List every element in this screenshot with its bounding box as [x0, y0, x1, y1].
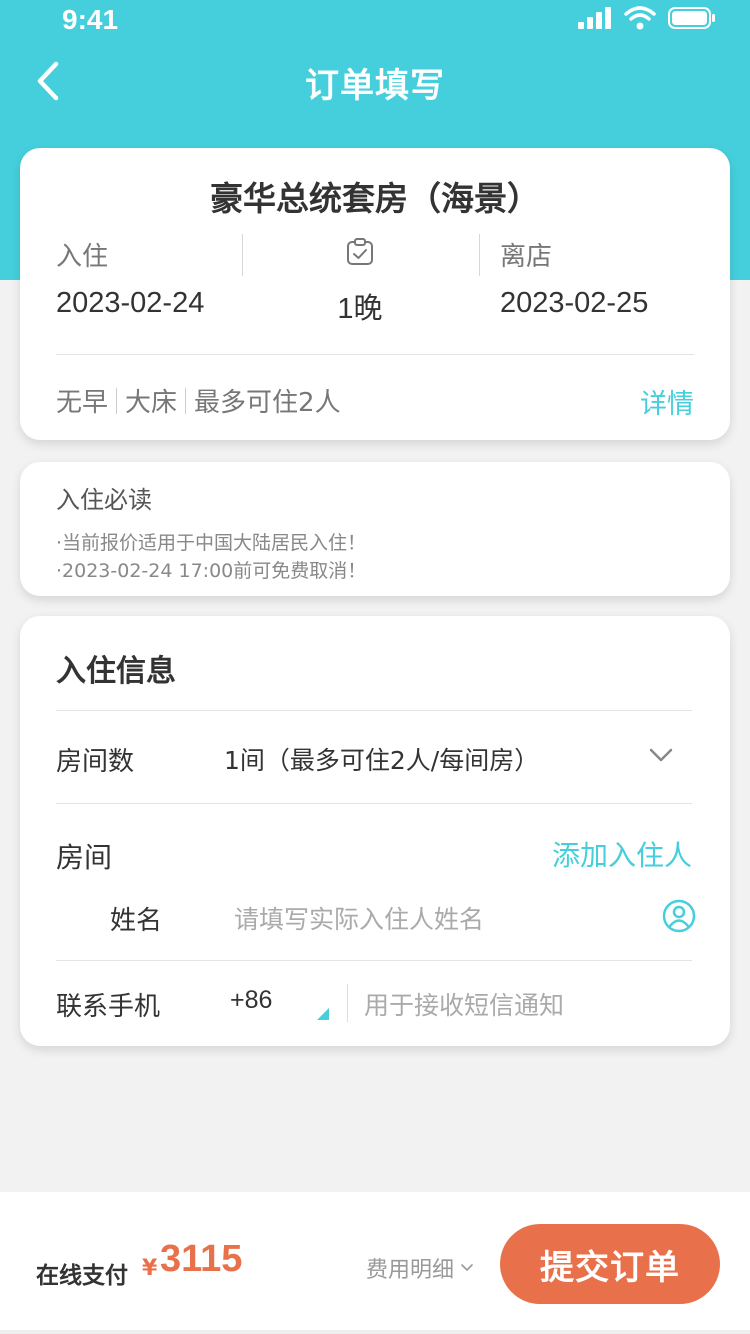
nights-block: 1晚 [330, 236, 390, 327]
room-summary-card: 豪华总统套房（海景） 入住 2023-02-24 1晚 离店 2023-02-2… [20, 148, 730, 440]
feature-bed: 大床 [125, 388, 178, 418]
checkin-date: 2023-02-24 [56, 287, 205, 319]
add-guest-button[interactable]: 添加入住人 [552, 834, 692, 874]
checkin-block: 入住 2023-02-24 [56, 236, 204, 320]
checkout-label: 离店 [500, 242, 553, 272]
chevron-down-icon [461, 1264, 473, 1272]
fee-detail-button[interactable]: 费用明细 [366, 1252, 474, 1284]
submit-order-button[interactable]: 提交订单 [500, 1224, 720, 1304]
guest-info-title: 入住信息 [56, 654, 176, 689]
checkin-notice-card: 入住必读 ·当前报价适用于中国大陆居民入住！ ·2023-02-24 17:00… [20, 462, 730, 596]
nights-count: 1晚 [337, 293, 383, 325]
bottom-action-bar: 在线支付 ¥ 3115 费用明细 提交订单 [0, 1192, 750, 1334]
checkin-label: 入住 [56, 242, 109, 272]
divider [347, 984, 348, 1022]
divider [56, 803, 692, 804]
notice-line: ·当前报价适用于中国大陆居民入住！ [56, 532, 367, 554]
checkout-date: 2023-02-25 [500, 287, 649, 319]
battery-icon [668, 7, 715, 29]
signal-icon [578, 7, 611, 29]
navigation-bar: 订单填写 [0, 44, 750, 116]
phone-label: 联系手机 [56, 992, 161, 1022]
room-features: 无早 大床 最多可住2人 [56, 382, 341, 419]
total-price: 3115 [160, 1238, 243, 1280]
guest-name-input[interactable]: 请填写实际入住人姓名 [234, 900, 484, 936]
room-count-label: 房间数 [56, 747, 135, 777]
room-name: 豪华总统套房（海景） [210, 179, 540, 218]
divider [56, 354, 694, 355]
status-icons [578, 6, 716, 30]
feature-separator [116, 387, 118, 414]
room-label: 房间 [56, 841, 113, 874]
room-count-selector[interactable]: 房间数 1间（最多可住2人/每间房） [20, 711, 730, 803]
checkout-block: 离店 2023-02-25 [500, 236, 648, 320]
divider [479, 234, 480, 276]
status-time: 9:41 [62, 4, 119, 35]
guest-info-card: 入住信息 房间数 1间（最多可住2人/每间房） 房间 添加入住人 姓名 请填写实… [20, 616, 730, 1046]
room-count-value: 1间（最多可住2人/每间房） [224, 746, 540, 775]
country-code-selector[interactable]: +86 [230, 986, 272, 1015]
phone-input[interactable]: 用于接收短信通知 [364, 986, 564, 1022]
contact-picker-icon[interactable] [662, 899, 696, 933]
currency-symbol: ¥ [142, 1256, 158, 1281]
dropdown-corner-icon [317, 1008, 329, 1020]
notice-line: ·2023-02-24 17:00前可免费取消！ [56, 560, 367, 582]
divider [242, 234, 243, 276]
status-bar: 9:41 [0, 0, 750, 44]
feature-separator [185, 387, 187, 414]
details-link[interactable]: 详情 [640, 382, 694, 421]
notice-title: 入住必读 [56, 486, 152, 514]
calendar-check-icon [347, 237, 373, 265]
feature-capacity: 最多可住2人 [194, 388, 341, 418]
fee-detail-label: 费用明细 [366, 1258, 455, 1283]
wifi-icon [624, 6, 656, 30]
chevron-down-icon [649, 748, 673, 762]
payment-method-label: 在线支付 [36, 1263, 128, 1289]
page-title: 订单填写 [305, 66, 445, 106]
home-indicator-area [0, 1330, 750, 1334]
divider [56, 960, 692, 961]
name-label: 姓名 [110, 906, 163, 936]
feature-breakfast: 无早 [56, 388, 109, 418]
